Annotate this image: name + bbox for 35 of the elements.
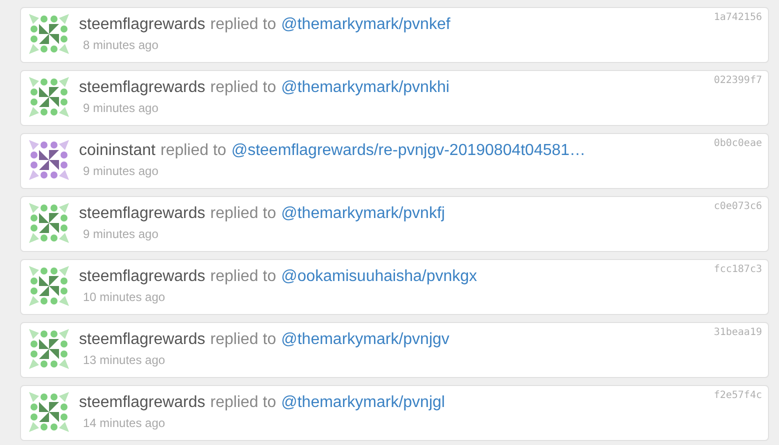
post-link[interactable]: @themarkymark/pvnkef <box>281 16 450 34</box>
post-link[interactable]: @ookamisuuhaisha/pvnkgx <box>281 268 478 286</box>
action-text: replied to <box>210 205 276 223</box>
author-link[interactable]: steemflagrewards <box>79 331 206 349</box>
timestamp: 9 minutes ago <box>83 101 160 115</box>
author-link[interactable]: steemflagrewards <box>79 16 206 34</box>
post-link[interactable]: @themarkymark/pvnjgl <box>281 394 445 412</box>
post-link[interactable]: @themarkymark/pvnkfj <box>281 205 445 223</box>
action-text: replied to <box>210 16 276 34</box>
timestamp: 10 minutes ago <box>83 290 166 304</box>
action-text: replied to <box>210 268 276 286</box>
timestamp: 9 minutes ago <box>83 164 160 178</box>
timestamp: 13 minutes ago <box>83 353 166 367</box>
post-link[interactable]: @themarkymark/pvnjgv <box>281 331 450 349</box>
transaction-hash: 31beaa19 <box>714 327 762 338</box>
author-link[interactable]: steemflagrewards <box>79 268 206 286</box>
timestamp: 8 minutes ago <box>83 38 160 52</box>
post-link[interactable]: @themarkymark/pvnkhi <box>281 79 450 97</box>
transaction-hash: 022399f7 <box>714 75 762 86</box>
action-text: replied to <box>210 331 276 349</box>
transaction-hash: 1a742156 <box>714 12 762 23</box>
action-text: replied to <box>160 142 226 160</box>
transaction-hash: 0b0c0eae <box>714 138 762 149</box>
action-text: replied to <box>210 394 276 412</box>
transaction-hash: fcc187c3 <box>714 264 762 275</box>
timestamp: 14 minutes ago <box>83 416 166 430</box>
post-link[interactable]: @steemflagrewards/re-pvnjgv-20190804t04581… <box>231 142 586 160</box>
action-text: replied to <box>210 79 276 97</box>
author-link[interactable]: steemflagrewards <box>79 205 206 223</box>
transaction-hash: f2e57f4c <box>714 390 762 401</box>
author-link[interactable]: coininstant <box>79 142 156 160</box>
author-link[interactable]: steemflagrewards <box>79 394 206 412</box>
timestamp: 9 minutes ago <box>83 227 160 241</box>
transaction-hash: c0e073c6 <box>714 201 762 212</box>
author-link[interactable]: steemflagrewards <box>79 79 206 97</box>
